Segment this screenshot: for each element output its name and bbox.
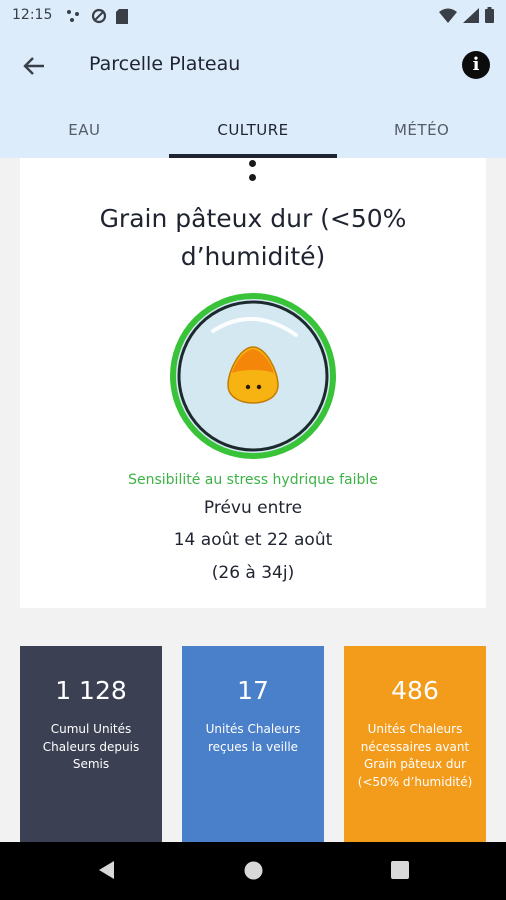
forecast-dates: 14 août et 22 août — [173, 530, 333, 550]
forecast-label: Prévu entre — [203, 498, 303, 518]
stat-label: Cumul Unités Chaleurs depuis Semis — [42, 722, 140, 771]
status-time: 12:15 — [12, 7, 53, 23]
stage-bubble — [170, 293, 336, 459]
signal-icon — [463, 7, 479, 23]
data-saver-icon — [91, 8, 107, 24]
nearby-icon — [67, 10, 79, 22]
tab-bar: EAU CULTURE MÉTÉO — [0, 98, 506, 158]
stat-cumulative-heat-units: 1 128 Cumul Unités Chaleurs depuis Semis — [20, 646, 162, 846]
info-button[interactable]: i — [462, 51, 490, 79]
stat-remaining-heat-units: 486 Unités Chaleurs nécessaires avant Gr… — [344, 646, 486, 846]
stat-value: 486 — [391, 676, 439, 705]
arrow-left-icon — [23, 57, 44, 75]
page-title: Parcelle Plateau — [89, 53, 241, 75]
stage-title: Grain pâteux dur (<50% d’humidité) — [99, 204, 407, 271]
info-icon: i — [472, 54, 480, 75]
wifi-icon — [439, 8, 457, 23]
tab-culture[interactable]: CULTURE — [168, 98, 338, 158]
stat-value: 1 128 — [55, 676, 127, 705]
stat-value: 17 — [237, 676, 269, 705]
tab-meteo[interactable]: MÉTÉO — [337, 98, 506, 158]
tab-eau[interactable]: EAU — [0, 98, 169, 158]
nav-recents-icon[interactable] — [391, 861, 409, 879]
sd-card-icon — [116, 8, 128, 24]
nav-home-icon[interactable] — [243, 860, 264, 881]
app-bar: Parcelle Plateau i — [0, 33, 506, 98]
timeline-connector — [249, 158, 257, 188]
system-navigation-bar — [0, 842, 506, 900]
battery-icon — [485, 7, 494, 23]
stat-label: Unités Chaleurs reçues la veille — [205, 722, 301, 754]
water-stress-sensitivity: Sensibilité au stress hydrique faible — [128, 472, 378, 488]
nav-back-icon[interactable] — [96, 859, 116, 881]
stat-yesterday-heat-units: 17 Unités Chaleurs reçues la veille — [182, 646, 324, 846]
back-button[interactable] — [20, 51, 50, 81]
stat-label: Unités Chaleurs nécessaires avant Grain … — [357, 722, 473, 789]
forecast-range: (26 à 34j) — [211, 563, 295, 583]
stage-card: Grain pâteux dur (<50% d’humidité) Sensi… — [20, 158, 486, 608]
status-bar: 12:15 — [0, 0, 506, 33]
